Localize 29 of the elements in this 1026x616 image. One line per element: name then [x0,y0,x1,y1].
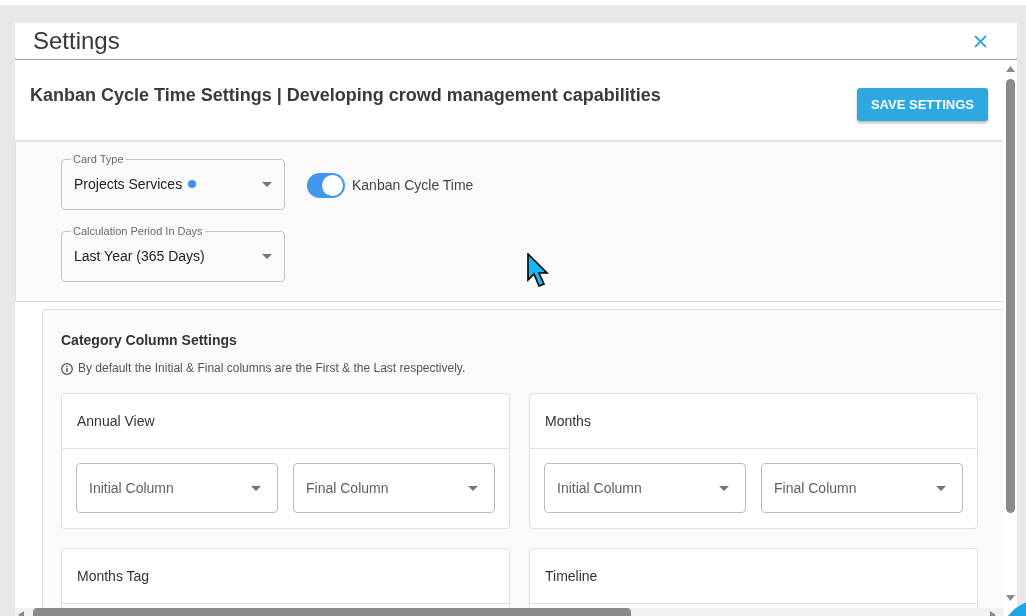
period-select[interactable]: Calculation Period In Days Last Year (365 Days) [61,226,285,282]
settings-heading: Kanban Cycle Time Settings | Developing crowd management capabilities [30,84,661,106]
card-title: Months Tag [77,566,150,586]
column-select[interactable]: Final Column [293,463,495,513]
card-type-select[interactable]: Card Type Projects Services [61,154,285,210]
scroll-up-icon [1005,66,1015,72]
column-select[interactable]: Initial Column [544,463,746,513]
dialog-title: Settings [33,27,120,55]
status-dot-icon [188,180,197,188]
card-title: Annual View [77,411,155,431]
card-title: Timeline [545,566,598,586]
column-select[interactable]: Final Column [761,463,963,513]
toggle-switch[interactable] [307,172,345,198]
info-note: By default the Initial & Final columns are the First & the Last respectively. [78,360,466,377]
card-title: Months [545,411,591,431]
floating-button[interactable] [1007,602,1026,616]
mouse-pointer-icon [527,253,552,289]
caret-icon [251,485,261,491]
close-icon [974,34,987,48]
info-icon [61,362,73,375]
horizontal-scrollbar[interactable] [15,608,1003,616]
caret-icon [468,485,478,491]
column-select[interactable]: Initial Column [76,463,278,513]
section-title: Category Column Settings [61,332,238,349]
caret-icon [262,181,272,187]
caret-icon [262,253,272,259]
caret-icon [719,485,729,491]
caret-icon [936,485,946,491]
toggle-label: Kanban Cycle Time [352,175,474,195]
